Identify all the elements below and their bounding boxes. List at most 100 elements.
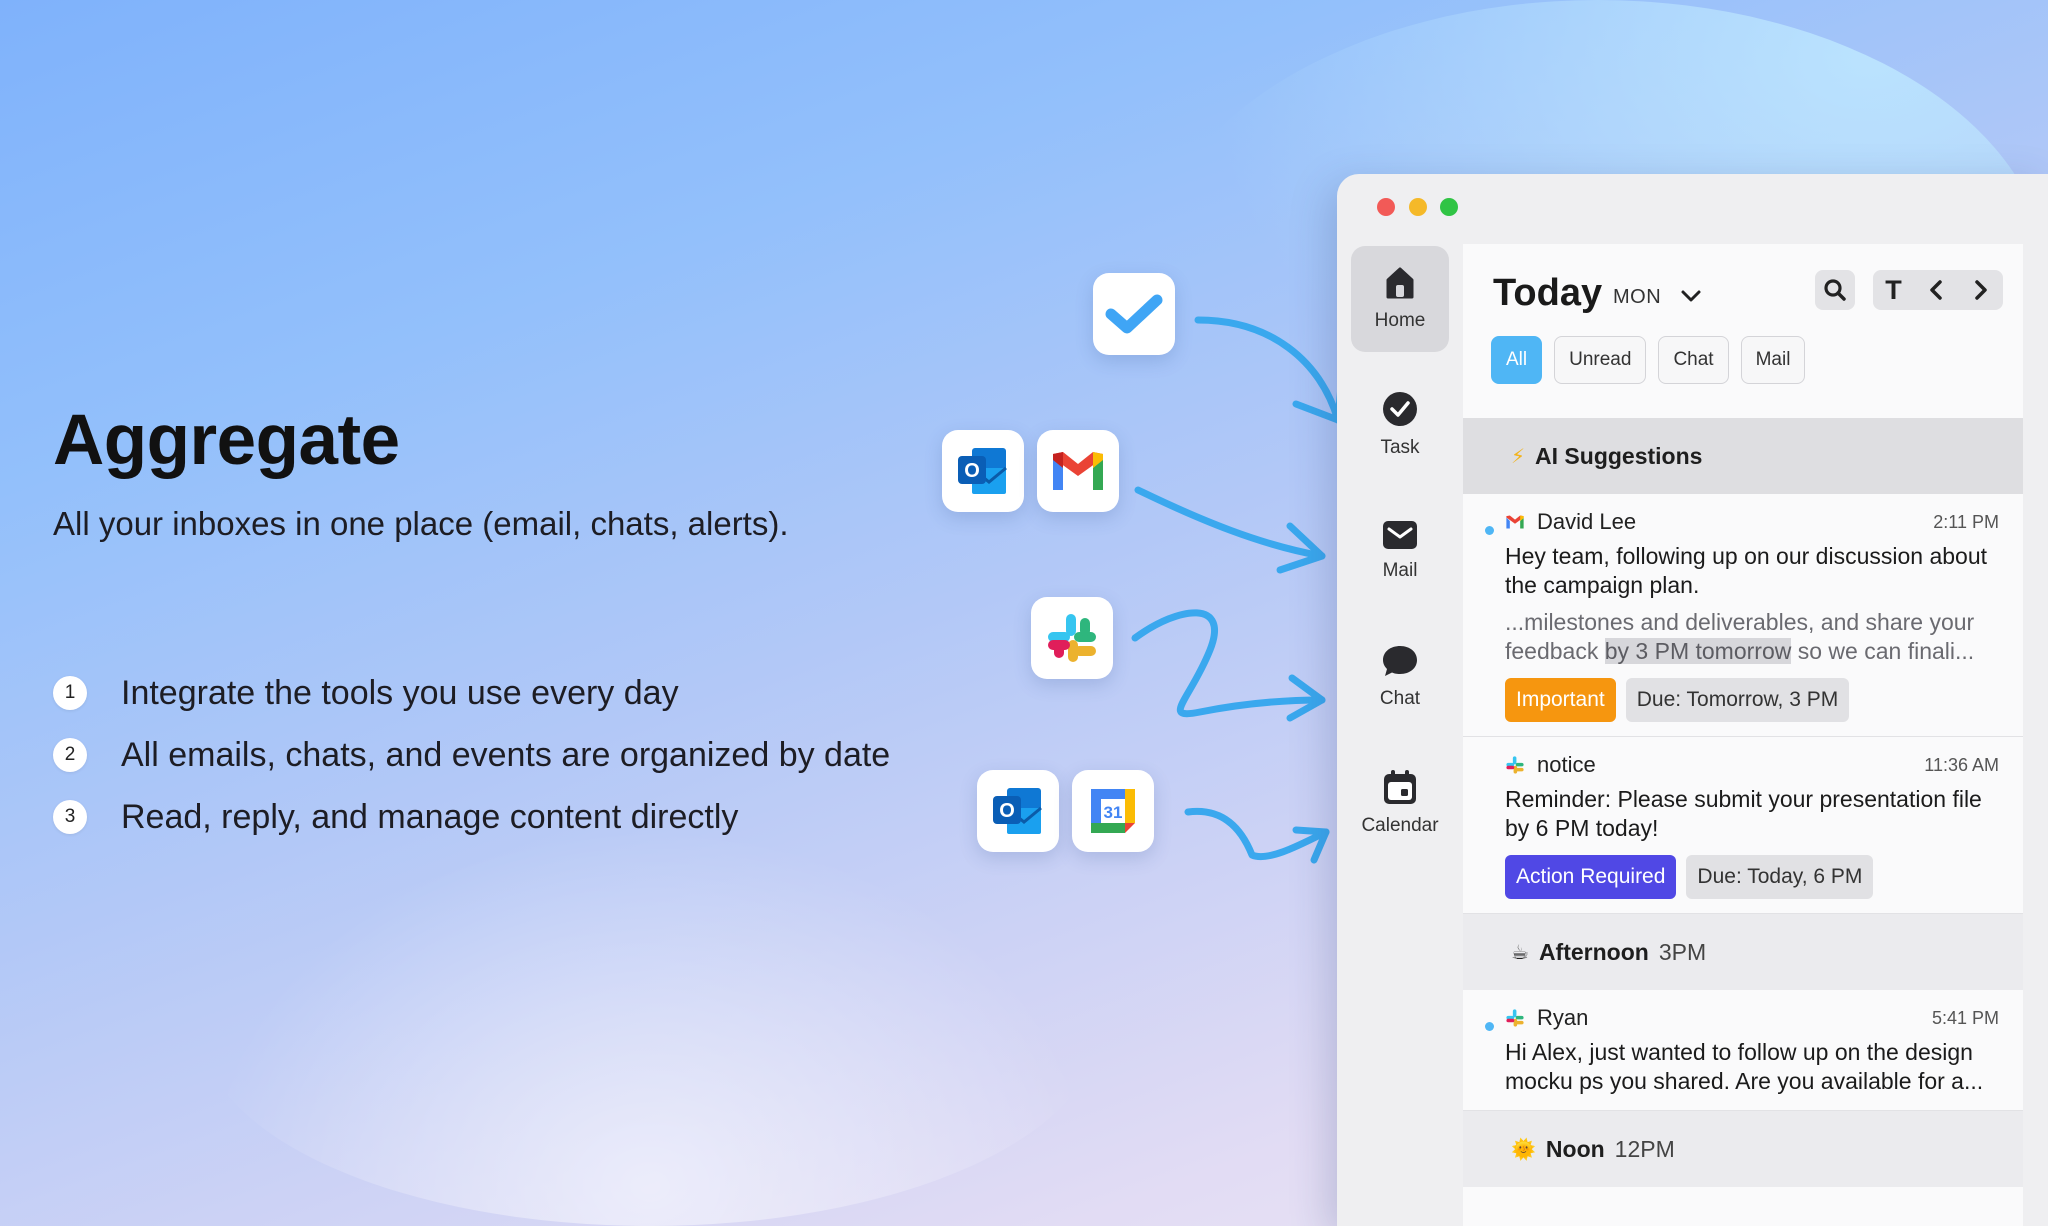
mail-icon — [1383, 521, 1417, 549]
feature-list: 1 Integrate the tools you use every day … — [53, 662, 890, 848]
feature-item: 2 All emails, chats, and events are orga… — [53, 724, 890, 786]
sidebar-item-mail[interactable]: Mail — [1351, 498, 1449, 604]
slack-icon — [1031, 597, 1113, 679]
sidebar: Home Task Mail Chat Calendar — [1337, 244, 1463, 1226]
hero-subtitle: All your inboxes in one place (email, ch… — [53, 505, 789, 542]
search-icon — [1824, 279, 1846, 301]
sidebar-item-label: Calendar — [1361, 815, 1439, 836]
arrow-head — [1286, 674, 1326, 722]
outlook-letter: O — [964, 460, 980, 482]
filter-chips: All Unread Chat Mail — [1491, 336, 1806, 384]
checkmark-app-icon — [1093, 273, 1175, 355]
due-tag[interactable]: Due: Tomorrow, 3 PM — [1625, 678, 1850, 722]
filter-all[interactable]: All — [1491, 336, 1543, 384]
arrow-head — [1292, 371, 1346, 424]
search-button[interactable] — [1815, 270, 1855, 310]
close-window-button[interactable] — [1377, 198, 1395, 216]
maximize-window-button[interactable] — [1440, 198, 1458, 216]
feature-number-badge: 1 — [53, 676, 87, 710]
google-calendar-icon: 31 — [1072, 770, 1154, 852]
main-header: Today MON T All Unread Chat Mail — [1463, 244, 2023, 418]
sidebar-item-label: Mail — [1382, 560, 1418, 581]
gmail-icon — [1037, 430, 1119, 512]
unread-dot — [1485, 1022, 1494, 1031]
minimize-window-button[interactable] — [1409, 198, 1427, 216]
message-body: Hey team, following up on our discussion… — [1505, 543, 1988, 598]
unread-dot — [1485, 526, 1494, 535]
app-window: Home Task Mail Chat Calendar Today MON T… — [1337, 174, 2048, 1226]
message-time: 5:41 PM — [1931, 1007, 1999, 1028]
snippet-highlight: by 3 PM tomorrow — [1604, 638, 1792, 664]
feature-text: All emails, chats, and events are organi… — [121, 735, 891, 774]
chevron-right-icon[interactable] — [1971, 278, 1991, 302]
important-tag[interactable]: Important — [1505, 678, 1616, 722]
text-format-button[interactable]: T — [1885, 275, 1902, 306]
message-snippet: ...milestones and deliverables, and shar… — [1505, 608, 1999, 666]
chevron-left-icon[interactable] — [1926, 278, 1946, 302]
sidebar-item-label: Home — [1374, 310, 1426, 331]
message-sender: Ryan — [1537, 1005, 1589, 1030]
section-time: 12PM — [1614, 1135, 1675, 1162]
slack-icon — [1505, 754, 1527, 776]
arrow-head — [1276, 522, 1326, 574]
sidebar-item-calendar[interactable]: Calendar — [1351, 750, 1449, 856]
day-label[interactable]: MON — [1613, 286, 1661, 309]
window-titlebar — [1337, 174, 2048, 244]
coffee-icon: ☕ — [1511, 941, 1529, 964]
page-title: Today — [1493, 272, 1603, 314]
outlook-icon: O — [942, 430, 1024, 512]
sidebar-item-label: Chat — [1379, 688, 1421, 709]
message-body: Hi Alex, just wanted to follow up on the… — [1505, 1039, 1984, 1094]
filter-unread[interactable]: Unread — [1554, 336, 1647, 384]
home-icon — [1386, 267, 1414, 299]
section-title: AI Suggestions — [1535, 442, 1703, 469]
calendar-icon — [1384, 770, 1416, 804]
section-afternoon: ☕ Afternoon 3PM — [1463, 914, 2023, 990]
action-required-tag[interactable]: Action Required — [1505, 855, 1677, 899]
gmail-icon — [1505, 511, 1527, 533]
sidebar-item-label: Task — [1380, 437, 1420, 458]
sun-icon: 🌞 — [1511, 1138, 1536, 1161]
main-panel: Today MON T All Unread Chat Mail ⚡ AI Su… — [1463, 244, 2023, 1226]
arrow-path — [1194, 316, 1342, 424]
hero-title: Aggregate — [53, 401, 400, 480]
feature-text: Read, reply, and manage content directly — [121, 797, 739, 836]
section-noon: 🌞 Noon 12PM — [1463, 1111, 2023, 1187]
message-time: 11:36 AM — [1924, 754, 1999, 775]
message-body: Reminder: Please submit your presentatio… — [1505, 786, 1982, 841]
chat-bubble-icon — [1383, 646, 1417, 676]
lightning-icon: ⚡ — [1511, 445, 1526, 468]
section-title: Noon — [1545, 1135, 1605, 1162]
feature-item: 1 Integrate the tools you use every day — [53, 662, 890, 724]
sidebar-item-chat[interactable]: Chat — [1351, 624, 1449, 730]
message-item[interactable]: notice 11:36 AM Reminder: Please submit … — [1463, 737, 2023, 914]
arrow-path — [1184, 807, 1330, 861]
snippet-text: so we can finali... — [1791, 638, 1975, 664]
outlook-letter: O — [999, 800, 1015, 822]
feature-text: Integrate the tools you use every day — [121, 673, 679, 712]
feature-item: 3 Read, reply, and manage content direct… — [53, 786, 890, 848]
section-title: Afternoon — [1538, 938, 1649, 965]
due-tag[interactable]: Due: Today, 6 PM — [1686, 855, 1874, 899]
arrow-head — [1292, 826, 1330, 864]
arrow-path — [1131, 609, 1326, 718]
filter-chat[interactable]: Chat — [1658, 336, 1729, 384]
feature-number-badge: 2 — [53, 738, 87, 772]
message-item[interactable]: Ryan 5:41 PM Hi Alex, just wanted to fol… — [1463, 990, 2023, 1111]
outlook-icon: O — [977, 770, 1059, 852]
calendar-day-number: 31 — [1104, 803, 1123, 822]
filter-mail[interactable]: Mail — [1740, 336, 1806, 384]
sidebar-item-home[interactable]: Home — [1351, 246, 1449, 352]
chevron-down-icon[interactable] — [1679, 284, 1703, 308]
message-item[interactable]: David Lee 2:11 PM Hey team, following up… — [1463, 494, 2023, 737]
message-sender: notice — [1537, 752, 1596, 777]
slack-icon — [1505, 1007, 1527, 1029]
check-circle-icon — [1383, 392, 1417, 426]
toolbar-group: T — [1873, 270, 2003, 310]
sidebar-item-task[interactable]: Task — [1351, 372, 1449, 478]
feature-number-badge: 3 — [53, 800, 87, 834]
arrow-path — [1134, 486, 1326, 560]
message-sender: David Lee — [1537, 509, 1637, 534]
section-ai-suggestions: ⚡ AI Suggestions — [1463, 418, 2023, 494]
message-time: 2:11 PM — [1933, 511, 1999, 532]
